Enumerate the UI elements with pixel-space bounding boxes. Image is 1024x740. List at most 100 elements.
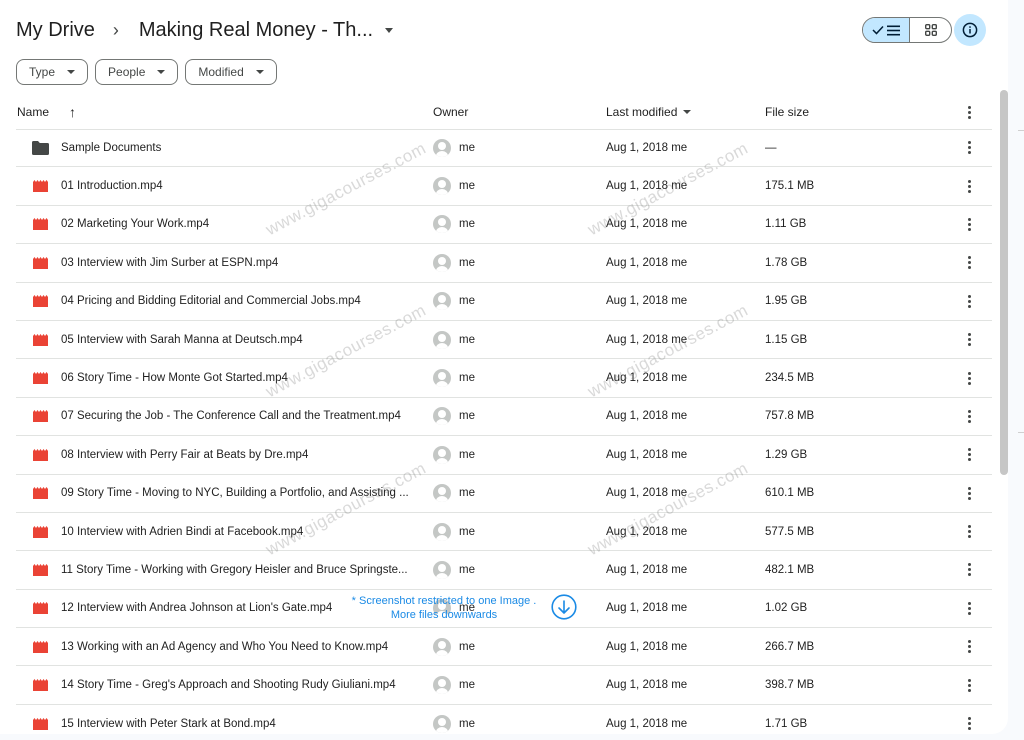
- more-vert-icon: [967, 371, 971, 385]
- avatar-icon: [433, 714, 451, 733]
- column-name-header[interactable]: Name ↑: [17, 95, 76, 129]
- file-row[interactable]: 05 Interview with Sarah Manna at Deutsch…: [16, 321, 992, 360]
- side-divider: [1018, 130, 1024, 131]
- video-file-icon: [31, 475, 49, 512]
- owner: me: [433, 628, 475, 665]
- more-actions-button[interactable]: [960, 206, 978, 243]
- file-row[interactable]: 10 Interview with Adrien Bindi at Facebo…: [16, 513, 992, 552]
- more-vert-icon: [967, 409, 971, 423]
- more-actions-button[interactable]: [960, 551, 978, 588]
- last-modified: Aug 1, 2018 me: [606, 295, 688, 308]
- sort-ascending-icon[interactable]: ↑: [69, 104, 76, 120]
- file-row[interactable]: 03 Interview with Jim Surber at ESPN.mp4…: [16, 244, 992, 283]
- more-actions-button[interactable]: [960, 129, 978, 166]
- scrollbar-thumb[interactable]: [1000, 90, 1008, 475]
- file-row[interactable]: 04 Pricing and Bidding Editorial and Com…: [16, 283, 992, 321]
- more-actions-button[interactable]: [960, 167, 978, 204]
- more-actions-button[interactable]: [960, 321, 978, 358]
- column-owner-header[interactable]: Owner: [433, 95, 468, 129]
- file-row[interactable]: 11 Story Time - Working with Gregory Hei…: [16, 551, 992, 590]
- more-vert-icon: [967, 217, 971, 231]
- more-actions-button[interactable]: [960, 359, 978, 396]
- file-row[interactable]: 13 Working with an Ad Agency and Who You…: [16, 628, 992, 667]
- video-file-icon: [31, 705, 49, 734]
- owner-name: me: [459, 448, 475, 461]
- file-name[interactable]: 06 Story Time - How Monte Got Started.mp…: [61, 359, 419, 396]
- more-actions-button[interactable]: [960, 666, 978, 703]
- file-name[interactable]: 15 Interview with Peter Stark at Bond.mp…: [61, 705, 419, 734]
- file-size: —: [765, 141, 777, 154]
- owner: me: [433, 551, 475, 588]
- file-row[interactable]: 08 Interview with Perry Fair at Beats by…: [16, 436, 992, 475]
- more-actions-button[interactable]: [960, 283, 978, 320]
- column-last-modified-label: Last modified: [606, 105, 678, 119]
- owner-name: me: [459, 333, 475, 346]
- breadcrumb-current-folder[interactable]: Making Real Money - Th...: [139, 19, 394, 42]
- owner: me: [433, 244, 475, 281]
- file-name[interactable]: 13 Working with an Ad Agency and Who You…: [61, 628, 419, 665]
- file-row[interactable]: 15 Interview with Peter Stark at Bond.mp…: [16, 705, 992, 734]
- last-modified: Aug 1, 2018 me: [606, 717, 688, 730]
- grid-view-button[interactable]: [910, 18, 951, 42]
- file-name[interactable]: 04 Pricing and Bidding Editorial and Com…: [61, 283, 419, 320]
- more-actions-button[interactable]: [960, 513, 978, 550]
- file-name[interactable]: Sample Documents: [61, 129, 419, 166]
- last-modified: Aug 1, 2018 me: [606, 218, 688, 231]
- file-row[interactable]: 06 Story Time - How Monte Got Started.mp…: [16, 359, 992, 398]
- more-actions-button[interactable]: [960, 628, 978, 665]
- file-size: 175.1 MB: [765, 180, 815, 193]
- owner-name: me: [459, 372, 475, 385]
- file-name[interactable]: 05 Interview with Sarah Manna at Deutsch…: [61, 321, 419, 358]
- video-file-icon: [31, 206, 49, 243]
- owner-name: me: [459, 717, 475, 730]
- file-size: 1.78 GB: [765, 256, 808, 269]
- file-row[interactable]: 02 Marketing Your Work.mp4 me Aug 1, 2018 …: [16, 206, 992, 245]
- details-info-button[interactable]: [954, 14, 986, 46]
- video-file-icon: [31, 628, 49, 665]
- more-vert-icon: [967, 105, 971, 119]
- file-name[interactable]: 01 Introduction.mp4: [61, 167, 419, 204]
- avatar-icon: [433, 560, 451, 579]
- file-name[interactable]: 07 Securing the Job - The Conference Cal…: [61, 398, 419, 435]
- video-file-icon: [31, 321, 49, 358]
- file-name[interactable]: 08 Interview with Perry Fair at Beats by…: [61, 436, 419, 473]
- caret-down-icon: [683, 110, 692, 114]
- file-list: Sample Documents me Aug 1, 2018 me — 01 Intr…: [16, 129, 992, 734]
- owner-name: me: [459, 525, 475, 538]
- filter-type-label: Type: [29, 65, 56, 79]
- more-actions-button[interactable]: [960, 398, 978, 435]
- caret-down-icon: [255, 70, 264, 74]
- video-file-icon: [31, 283, 49, 320]
- file-row[interactable]: Sample Documents me Aug 1, 2018 me —: [16, 129, 992, 168]
- file-row[interactable]: 01 Introduction.mp4 me Aug 1, 2018 me 175.1…: [16, 167, 992, 206]
- filter-modified[interactable]: Modified: [185, 59, 277, 85]
- file-row[interactable]: 09 Story Time - Moving to NYC, Building …: [16, 475, 992, 513]
- more-actions-button[interactable]: [960, 244, 978, 281]
- more-actions-button[interactable]: [960, 590, 978, 627]
- file-size: 1.02 GB: [765, 602, 808, 615]
- file-name[interactable]: 03 Interview with Jim Surber at ESPN.mp4: [61, 244, 419, 281]
- file-name[interactable]: 09 Story Time - Moving to NYC, Building …: [61, 475, 419, 512]
- file-row[interactable]: 07 Securing the Job - The Conference Cal…: [16, 398, 992, 437]
- filter-type[interactable]: Type: [16, 59, 89, 85]
- column-options-button[interactable]: [960, 95, 978, 129]
- file-name[interactable]: 11 Story Time - Working with Gregory Hei…: [61, 551, 419, 588]
- breadcrumb-my-drive[interactable]: My Drive: [16, 19, 95, 42]
- more-actions-button[interactable]: [960, 436, 978, 473]
- column-last-modified-header[interactable]: Last modified: [606, 95, 692, 129]
- column-file-size-header[interactable]: File size: [765, 95, 809, 129]
- more-vert-icon: [967, 601, 971, 615]
- filter-people[interactable]: People: [95, 59, 179, 85]
- more-actions-button[interactable]: [960, 475, 978, 512]
- avatar-icon: [433, 445, 451, 464]
- file-name[interactable]: 02 Marketing Your Work.mp4: [61, 206, 419, 243]
- more-actions-button[interactable]: [960, 705, 978, 734]
- avatar-icon: [433, 676, 451, 695]
- file-name[interactable]: 10 Interview with Adrien Bindi at Facebo…: [61, 513, 419, 550]
- list-view-button[interactable]: [863, 18, 910, 42]
- file-row[interactable]: 14 Story Time - Greg's Approach and Shoo…: [16, 666, 992, 705]
- more-vert-icon: [967, 333, 971, 347]
- more-vert-icon: [967, 563, 971, 577]
- file-name[interactable]: 14 Story Time - Greg's Approach and Shoo…: [61, 666, 419, 703]
- table-header: Name ↑ Owner Last modified File size: [16, 95, 992, 130]
